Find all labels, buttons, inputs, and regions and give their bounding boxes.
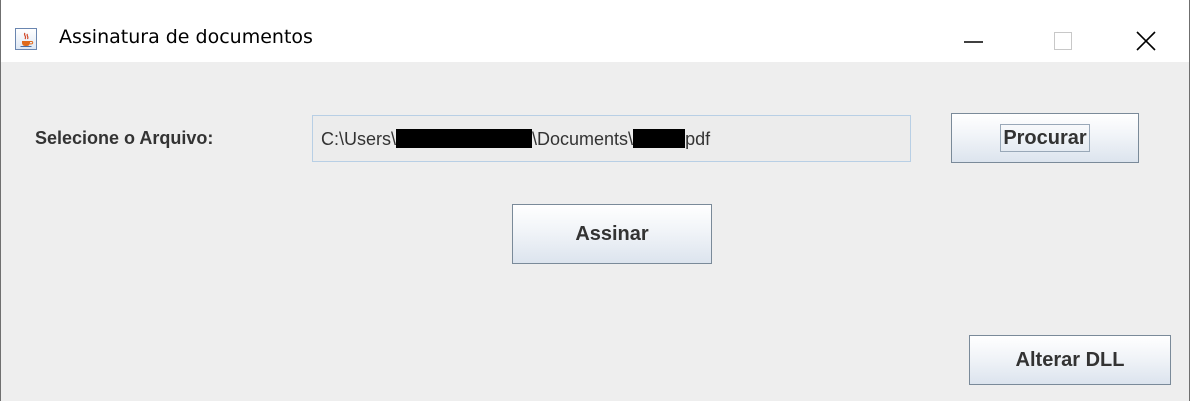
- window-title: Assinatura de documentos: [59, 26, 313, 48]
- minimize-icon: [964, 41, 983, 43]
- file-path-field[interactable]: C:\Users\ \Documents\ pdf: [312, 115, 911, 162]
- sign-button-label: Assinar: [575, 223, 649, 245]
- file-label: Selecione o Arquivo:: [35, 128, 214, 148]
- path-suffix: pdf: [685, 129, 711, 149]
- file-path-text: C:\Users\ \Documents\ pdf: [321, 129, 710, 150]
- content-panel: Selecione o Arquivo: C:\Users\ \Documents…: [1, 62, 1189, 401]
- title-bar[interactable]: Assinatura de documentos: [1, 0, 1189, 62]
- close-icon: [1136, 31, 1156, 51]
- close-button[interactable]: [1121, 20, 1171, 60]
- path-middle: \Documents\: [532, 129, 634, 149]
- app-window: Assinatura de documentos Selecione o Arq…: [0, 0, 1190, 401]
- redacted-username: [396, 129, 533, 148]
- java-cup-icon: [15, 28, 37, 50]
- sign-button[interactable]: Assinar: [512, 204, 712, 264]
- change-dll-button-label: Alterar DLL: [1015, 349, 1125, 371]
- maximize-icon: [1054, 32, 1072, 50]
- browse-button-label: Procurar: [1000, 124, 1090, 152]
- change-dll-button[interactable]: Alterar DLL: [969, 335, 1171, 385]
- redacted-filename: [633, 129, 686, 148]
- path-prefix: C:\Users\: [321, 129, 397, 149]
- browse-button[interactable]: Procurar: [951, 113, 1139, 163]
- minimize-button[interactable]: [949, 20, 999, 60]
- maximize-button[interactable]: [1039, 20, 1089, 60]
